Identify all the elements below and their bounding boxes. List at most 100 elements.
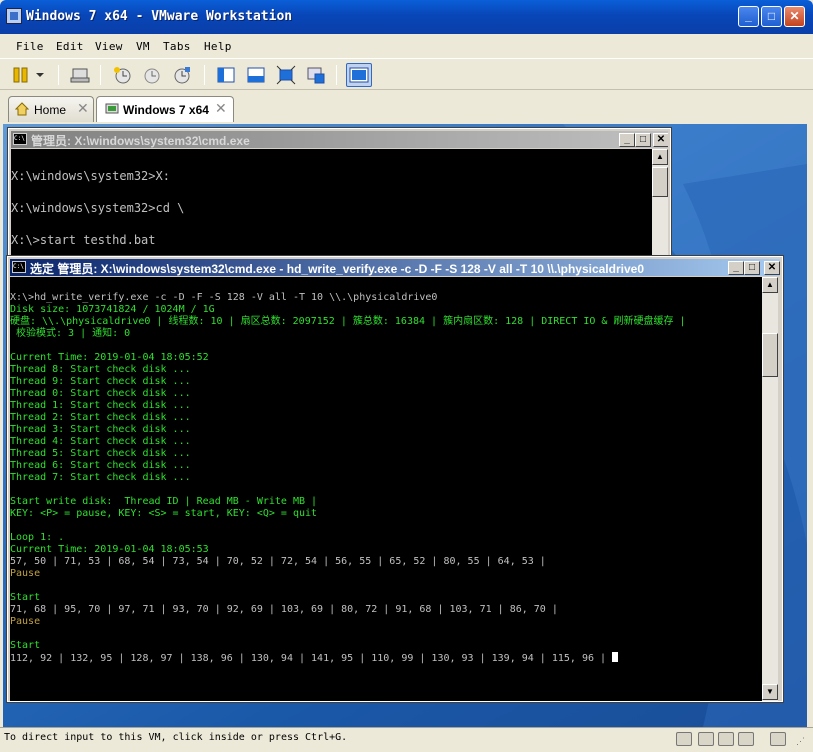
tab-bar: Home ✕ Windows 7 x64 ✕ [0, 90, 813, 124]
console-line: Thread 1: Start check disk ... [10, 400, 191, 411]
hard-disk-icon[interactable] [676, 732, 692, 746]
status-bar: To direct input to this VM, click inside… [0, 727, 813, 752]
toolbar-separator [100, 65, 101, 85]
console-line: Start [10, 592, 41, 603]
tab-label: Home [34, 103, 67, 117]
console-line: Start write disk: Thread ID | Read MB - … [10, 496, 318, 507]
revert-snapshot-icon[interactable] [142, 65, 162, 85]
console-line: Current Time: 2019-01-04 18:05:53 [10, 544, 209, 555]
cmd-minimize-button[interactable]: _ [619, 133, 635, 147]
console-line: 71, 68 | 95, 70 | 97, 71 | 93, 70 | 92, … [10, 604, 558, 615]
scroll-thumb[interactable] [652, 167, 668, 197]
tab-label: Windows 7 x64 [123, 103, 209, 117]
console-line: Pause [10, 568, 41, 579]
network-adapter-icon[interactable] [698, 732, 714, 746]
console-line: 校验模式: 3 | 通知: 0 [10, 328, 131, 339]
console-view-icon[interactable] [346, 63, 372, 87]
snapshot-manager-icon[interactable] [172, 65, 192, 85]
tab-close-icon[interactable]: ✕ [215, 100, 227, 117]
vm-icon [105, 102, 119, 119]
cmd-icon: C:\ [12, 261, 26, 273]
toolbar-separator [204, 65, 205, 85]
console-line: X:\>hd_write_verify.exe -c -D -F -S 128 … [10, 292, 438, 303]
console-line: Disk size: 1073741824 / 1024M / 1G [10, 304, 215, 315]
thumbnail-bar-icon[interactable] [246, 65, 266, 85]
cmd-window-title-bar[interactable]: C:\ 管理员: X:\windows\system32\cmd.exe _ □… [11, 131, 668, 148]
full-screen-icon[interactable] [276, 65, 296, 85]
cmd-scrollbar[interactable]: ▲ ▼ [762, 277, 778, 701]
menu-tabs[interactable]: Tabs [163, 40, 191, 53]
menu-edit[interactable]: Edit [56, 40, 84, 53]
cmd-window-background[interactable]: C:\ 管理员: X:\windows\system32\cmd.exe _ □… [7, 127, 672, 259]
console-line: Thread 7: Start check disk ... [10, 472, 191, 483]
console-line: Pause [10, 616, 41, 627]
cmd-scrollbar[interactable]: ▲ [652, 149, 668, 257]
console-line: Thread 8: Start check disk ... [10, 364, 191, 375]
console-line: Thread 4: Start check disk ... [10, 436, 191, 447]
toolbar-separator [58, 65, 59, 85]
scroll-up-arrow[interactable]: ▲ [762, 277, 778, 293]
menu-view[interactable]: View [95, 40, 123, 53]
cd-dvd-icon[interactable] [718, 732, 734, 746]
sound-card-icon[interactable] [738, 732, 754, 746]
vm-display[interactable]: C:\ 管理员: X:\windows\system32\cmd.exe _ □… [3, 124, 807, 727]
console-line: Loop 1: . [10, 532, 65, 543]
cmd-window-active[interactable]: C:\ 选定 管理员: X:\windows\system32\cmd.exe … [6, 255, 784, 703]
console-line: X:\windows\system32>cd \ [11, 201, 185, 215]
chevron-down-icon[interactable] [34, 65, 46, 85]
show-library-icon[interactable] [216, 65, 236, 85]
cmd-window-title: 管理员: X:\windows\system32\cmd.exe [31, 134, 250, 148]
cmd-close-button[interactable]: ✕ [653, 133, 668, 147]
window-title: Windows 7 x64 - VMware Workstation [26, 9, 293, 24]
console-line: 57, 50 | 71, 53 | 68, 54 | 73, 54 | 70, … [10, 556, 546, 567]
cmd-icon: C:\ [13, 133, 27, 145]
toolbar [0, 58, 813, 90]
status-text: To direct input to this VM, click inside… [4, 732, 348, 743]
display-icon[interactable] [770, 732, 786, 746]
tab-home[interactable]: Home ✕ [8, 96, 94, 122]
console-line: Thread 3: Start check disk ... [10, 424, 191, 435]
cmd-minimize-button[interactable]: _ [728, 261, 744, 275]
console-line: 硬盘: \\.\physicaldrive0 | 线程数: 10 | 扇区总数:… [10, 316, 686, 327]
send-ctrl-alt-del-icon[interactable] [70, 65, 90, 85]
console-line: Current Time: 2019-01-04 18:05:52 [10, 352, 209, 363]
console-line: X:\>start testhd.bat [11, 233, 156, 247]
cmd-close-button[interactable]: ✕ [764, 261, 780, 275]
console-line: Thread 2: Start check disk ... [10, 412, 191, 423]
cmd-maximize-button[interactable]: □ [635, 133, 651, 147]
pause-icon[interactable] [12, 65, 32, 85]
vmware-app-icon [6, 8, 22, 24]
cmd-window-title: 选定 管理员: X:\windows\system32\cmd.exe - hd… [30, 262, 644, 276]
resize-grip-icon[interactable]: ⋰ [796, 736, 805, 747]
close-button[interactable]: ✕ [784, 6, 805, 27]
snapshot-icon[interactable] [112, 65, 132, 85]
scroll-down-arrow[interactable]: ▼ [762, 684, 778, 700]
home-icon [14, 102, 30, 119]
console-output[interactable]: X:\>hd_write_verify.exe -c -D -F -S 128 … [10, 277, 762, 701]
minimize-button[interactable]: _ [738, 6, 759, 27]
unity-icon[interactable] [306, 65, 326, 85]
scroll-thumb[interactable] [762, 333, 778, 377]
menu-help[interactable]: Help [204, 40, 232, 53]
toolbar-separator [336, 65, 337, 85]
tab-close-icon[interactable]: ✕ [77, 100, 89, 117]
console-line: Thread 6: Start check disk ... [10, 460, 191, 471]
console-line: X:\windows\system32>X: [11, 169, 170, 183]
vmware-title-bar[interactable]: Windows 7 x64 - VMware Workstation _ □ ✕ [0, 0, 813, 34]
console-line: 112, 92 | 132, 95 | 128, 97 | 138, 96 | … [10, 652, 619, 665]
console-line: Start [10, 640, 41, 651]
tab-windows-7-x64[interactable]: Windows 7 x64 ✕ [96, 96, 234, 122]
cmd-window-title-bar[interactable]: C:\ 选定 管理员: X:\windows\system32\cmd.exe … [10, 259, 780, 276]
console-line: Thread 0: Start check disk ... [10, 388, 191, 399]
console-line: Thread 9: Start check disk ... [10, 376, 191, 387]
menu-bar: File Edit View VM Tabs Help [0, 34, 813, 58]
console-output[interactable]: X:\windows\system32>X: X:\windows\system3… [11, 149, 652, 257]
menu-vm[interactable]: VM [136, 40, 150, 53]
cmd-maximize-button[interactable]: □ [744, 261, 760, 275]
menu-file[interactable]: File [16, 40, 44, 53]
maximize-button[interactable]: □ [761, 6, 782, 27]
console-line: KEY: <P> = pause, KEY: <S> = start, KEY:… [10, 508, 318, 519]
text-cursor [612, 652, 619, 662]
scroll-up-arrow[interactable]: ▲ [652, 149, 668, 165]
console-line: Thread 5: Start check disk ... [10, 448, 191, 459]
